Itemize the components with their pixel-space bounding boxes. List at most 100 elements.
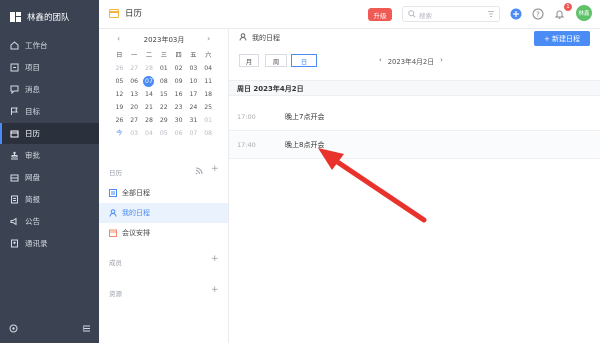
day-cell[interactable]: 28 (142, 62, 157, 75)
next-day-icon[interactable]: › (440, 56, 443, 66)
day-cell[interactable]: 24 (186, 101, 201, 114)
day-cell[interactable]: 15 (156, 88, 171, 101)
announcement-icon (9, 217, 19, 227)
add-resource-icon[interactable]: + (211, 285, 219, 295)
prev-day-icon[interactable]: ‹ (379, 56, 382, 66)
day-cell[interactable]: 16 (171, 88, 186, 101)
day-cell[interactable]: 12 (112, 88, 127, 101)
day-cell[interactable]: 23 (171, 101, 186, 114)
weekday-row: 日 一二三 四 五 六 (112, 49, 216, 62)
day-cell[interactable]: 03 (186, 62, 201, 75)
team-switcher[interactable]: 林鑫的团队 (0, 0, 99, 34)
bell-icon[interactable] (554, 9, 565, 22)
calendar-item-all[interactable]: 全部日程 (99, 183, 228, 203)
day-cell[interactable]: 14 (142, 88, 157, 101)
avatar[interactable]: 林鑫 (576, 5, 592, 21)
day-cell[interactable]: 06 (171, 127, 186, 140)
dashboard-icon (9, 41, 19, 51)
sidebar-item-report[interactable]: 简报 (0, 189, 99, 210)
collapse-sidebar-icon[interactable] (82, 324, 91, 335)
day-cell[interactable]: 18 (201, 88, 216, 101)
rss-icon[interactable] (195, 167, 203, 177)
day-cell[interactable]: 13 (127, 88, 142, 101)
day-cell[interactable]: 03 (127, 127, 142, 140)
day-cell[interactable]: 31 (186, 114, 201, 127)
day-cell[interactable]: 26 (112, 62, 127, 75)
search-placeholder: 搜索 (419, 12, 432, 20)
sidebar-item-approval[interactable]: 审批 (0, 145, 99, 166)
sidebar-item-announcement[interactable]: 公告 (0, 211, 99, 232)
day-cell[interactable]: 20 (127, 101, 142, 114)
event-time: 17:40 (237, 141, 256, 149)
day-cell[interactable]: 07 (142, 75, 157, 88)
new-schedule-button[interactable]: + 新建日程 (534, 31, 590, 46)
day-cell[interactable]: 06 (127, 75, 142, 88)
day-cell[interactable]: 19 (112, 101, 127, 114)
day-cell[interactable]: 05 (156, 127, 171, 140)
add-icon[interactable] (510, 8, 522, 22)
add-calendar-icon[interactable]: + (211, 164, 219, 174)
day-cell[interactable]: 27 (127, 62, 142, 75)
current-date[interactable]: 2023年4月2日 (388, 56, 434, 66)
day-cell[interactable]: 10 (186, 75, 201, 88)
day-cell[interactable]: 07 (186, 127, 201, 140)
week-row: 05 06 07 08 09 10 11 (112, 75, 216, 88)
day-cell[interactable]: 05 (112, 75, 127, 88)
day-cell[interactable]: 11 (201, 75, 216, 88)
day-cell[interactable]: 09 (171, 75, 186, 88)
upgrade-button[interactable]: 升级 (368, 8, 392, 21)
day-cell[interactable]: 25 (201, 101, 216, 114)
sidebar-item-message[interactable]: 消息 (0, 79, 99, 100)
sidebar-item-project[interactable]: 项目 (0, 57, 99, 78)
day-cell[interactable]: 02 (171, 62, 186, 75)
week-row: 12 13 14 15 16 17 18 (112, 88, 216, 101)
view-week-tab[interactable]: 周 (265, 54, 287, 67)
sidebar-item-target[interactable]: 目标 (0, 101, 99, 122)
event-title[interactable]: 晚上7点开会 (285, 112, 324, 122)
day-cell[interactable]: 01 (201, 114, 216, 127)
day-cell[interactable]: 29 (156, 114, 171, 127)
next-month-icon[interactable]: › (207, 34, 210, 43)
day-cell[interactable]: 17 (186, 88, 201, 101)
event-row[interactable]: 17:40 晚上8点开会 (229, 132, 600, 159)
day-header: 周日 2023年4月2日 (229, 80, 600, 96)
top-header: 日历 (99, 0, 600, 29)
sidebar-item-label: 公告 (25, 217, 40, 226)
add-member-icon[interactable]: + (211, 254, 219, 264)
view-day-tab[interactable]: 日 (291, 54, 317, 67)
sidebar-item-label: 审批 (25, 151, 40, 160)
day-cell[interactable]: 22 (156, 101, 171, 114)
day-cell[interactable]: 08 (201, 127, 216, 140)
contacts-icon (9, 239, 19, 249)
day-cell[interactable]: 01 (156, 62, 171, 75)
day-cell[interactable]: 21 (142, 101, 157, 114)
day-cell[interactable]: 08 (156, 75, 171, 88)
filter-icon[interactable] (487, 10, 495, 20)
calendar-side-panel: ‹ 2023年03月 › 日一二三四五六 26 27 28 01 02 03 04 05 06 07… (99, 29, 229, 343)
search-icon (408, 10, 416, 20)
day-cell[interactable]: 30 (171, 114, 186, 127)
schedule-title: 我的日程 (239, 33, 280, 43)
team-logo-icon (10, 12, 21, 22)
event-row[interactable]: 17:00 晚上7点开会 (229, 104, 600, 131)
calendar-item-mine[interactable]: 我的日程 (99, 203, 228, 223)
search-input[interactable]: 搜索 (402, 6, 500, 22)
sidebar-item-dashboard[interactable]: 工作台 (0, 35, 99, 56)
day-cell[interactable]: 28 (142, 114, 157, 127)
day-cell[interactable]: 04 (201, 62, 216, 75)
sidebar-item-contacts[interactable]: 通讯录 (0, 233, 99, 254)
day-cell[interactable]: 27 (127, 114, 142, 127)
day-cell[interactable]: 26 (112, 114, 127, 127)
view-month-tab[interactable]: 月 (239, 54, 259, 67)
members-section-label: 成员 (109, 259, 122, 267)
sidebar-item-label: 日历 (25, 129, 40, 138)
day-cell[interactable]: 今 (112, 127, 127, 140)
settings-icon[interactable] (9, 324, 18, 335)
sidebar-item-calendar[interactable]: 日历 (0, 123, 99, 144)
sidebar-item-cloud-drive[interactable]: 网盘 (0, 167, 99, 188)
help-icon[interactable]: ? (532, 8, 544, 22)
day-cell[interactable]: 04 (142, 127, 157, 140)
resources-section-label: 资源 (109, 290, 122, 298)
calendar-item-meetings[interactable]: 会议安排 (99, 223, 228, 243)
event-title[interactable]: 晚上8点开会 (285, 140, 324, 150)
